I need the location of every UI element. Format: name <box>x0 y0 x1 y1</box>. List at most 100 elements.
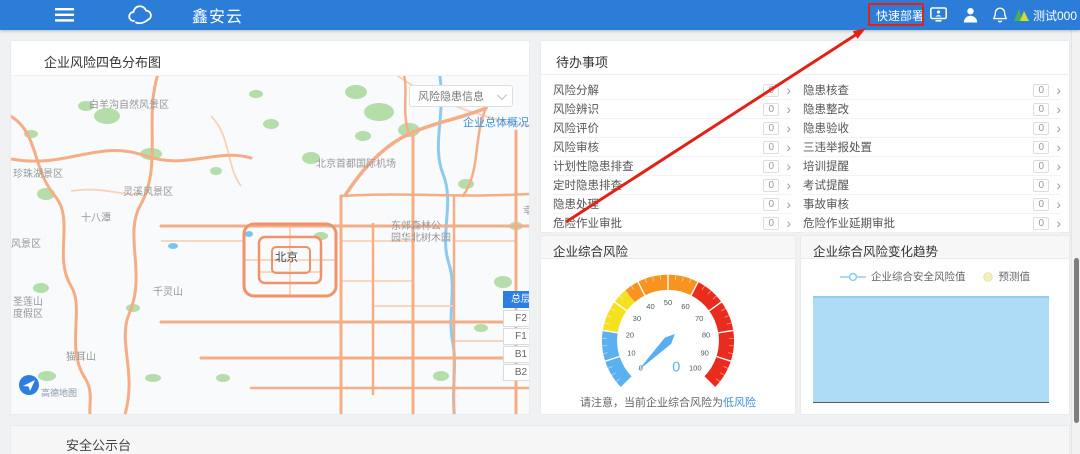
todo-item-count: 0 <box>763 84 779 97</box>
todo-item-count: 0 <box>1033 84 1049 97</box>
dashboard-page: 鑫安云 快速部署 <box>0 0 1080 454</box>
todo-item[interactable]: 隐患整改0 › <box>803 100 1061 119</box>
todo-item[interactable]: 风险审核0› <box>553 138 791 157</box>
chevron-down-icon <box>497 90 507 100</box>
map-attribution: 高德地图 <box>41 386 77 399</box>
todo-item-label: 隐患核查 <box>803 82 1033 98</box>
todo-item-count: 0 <box>763 217 779 230</box>
map-label: 度假区 <box>13 309 43 321</box>
hamburger-menu-button[interactable] <box>55 0 74 30</box>
scrollbar-thumb[interactable] <box>1074 258 1079 423</box>
todo-item-count: 0 <box>763 122 779 135</box>
bell-icon <box>993 7 1007 23</box>
svg-text:60: 60 <box>681 302 689 311</box>
chevron-right-icon[interactable]: › <box>786 121 791 135</box>
todo-item-label: 考试提醒 <box>803 177 1033 193</box>
floor-button-f2[interactable]: F2 <box>503 310 529 327</box>
svg-text:90: 90 <box>700 348 708 357</box>
notifications-button[interactable] <box>993 0 1007 30</box>
todo-item-count: 0 <box>1033 103 1049 116</box>
chevron-right-icon[interactable]: › <box>1056 83 1061 97</box>
todo-item[interactable]: 计划性隐患排查0 › <box>553 157 791 176</box>
chevron-right-icon[interactable]: › <box>786 197 791 211</box>
trend-chart-area[interactable] <box>813 296 1049 403</box>
chevron-right-icon[interactable]: › <box>1056 197 1061 211</box>
floor-button-f1[interactable]: F1 <box>503 328 529 345</box>
trend-panel-title: 企业综合风险变化趋势 <box>813 241 938 260</box>
chevron-right-icon[interactable]: › <box>1056 102 1061 116</box>
map-layer-dropdown-value: 风险隐患信息 <box>418 88 484 104</box>
floor-button-b1[interactable]: B1 <box>503 346 529 363</box>
map-canvas[interactable]: 白羊沟自然风景区 珍珠湖景区 灵溪风景区 十八潭 风景区 北京首都国际机场 幸福… <box>11 75 529 414</box>
todo-item[interactable]: 三违举报处置0 › <box>803 138 1061 157</box>
svg-text:70: 70 <box>695 314 703 323</box>
legend-item-series[interactable]: 企业综合安全风险值 <box>840 269 966 284</box>
todo-item-count: 0 <box>1033 198 1049 211</box>
risk-gauge-chart: 0102030405060708090100 0 <box>582 258 754 396</box>
risk-gauge-panel: 企业综合风险 0102030405060708090100 0 请注意，当前企业… <box>540 235 796 415</box>
chevron-right-icon[interactable]: › <box>1056 140 1061 154</box>
todo-item[interactable]: 隐患处理0 › <box>553 195 791 214</box>
amap-logo-icon <box>18 374 40 396</box>
todo-item-label: 隐患验收 <box>803 120 1033 136</box>
map-layer-dropdown[interactable]: 风险隐患信息 <box>409 85 513 107</box>
chevron-right-icon[interactable]: › <box>1056 121 1061 135</box>
todo-item-count: 0 <box>763 198 779 211</box>
person-icon <box>963 7 978 23</box>
brand-name[interactable]: 鑫安云 <box>192 0 243 30</box>
todo-item[interactable]: 危险作业延期审批0› <box>803 214 1061 233</box>
todo-item[interactable]: 隐患验收0 › <box>803 119 1061 138</box>
monitor-screen-button[interactable] <box>930 0 947 30</box>
map-label: 千灵山 <box>153 287 183 299</box>
chevron-right-icon[interactable]: › <box>1056 178 1061 192</box>
todo-item[interactable]: 定时隐患排查0› <box>553 176 791 195</box>
brand-logo[interactable] <box>126 0 156 30</box>
chevron-right-icon[interactable]: › <box>786 178 791 192</box>
user-profile-button[interactable] <box>963 0 978 30</box>
todo-item-count: 0 <box>1033 217 1049 230</box>
chevron-right-icon[interactable]: › <box>786 140 791 154</box>
todo-item-count: 0 <box>1033 122 1049 135</box>
floor-button-all[interactable]: 总层 <box>503 291 529 308</box>
chevron-right-icon[interactable]: › <box>786 159 791 173</box>
monitor-icon <box>930 7 947 23</box>
enterprise-overview-link[interactable]: 企业总体概况 <box>463 114 529 130</box>
page-scrollbar[interactable] <box>1071 30 1080 454</box>
todo-item[interactable]: 事故审核0› <box>803 195 1061 214</box>
todo-item[interactable]: 培训提醒0› <box>803 157 1061 176</box>
gauge-value: 0 <box>672 360 680 376</box>
svg-text:20: 20 <box>626 330 634 339</box>
todo-item[interactable]: 危险作业审批0 › <box>553 214 791 233</box>
chevron-right-icon[interactable]: › <box>1056 159 1061 173</box>
svg-text:40: 40 <box>646 302 654 311</box>
legend-item-forecast[interactable]: 预测值 <box>982 269 1031 284</box>
todo-item[interactable]: 风险辨识0› <box>553 100 791 119</box>
todo-item[interactable]: 风险评价0› <box>553 119 791 138</box>
todo-item[interactable]: 隐患核查0 › <box>803 81 1061 100</box>
username[interactable]: 测试000 <box>1033 0 1077 30</box>
todo-panel: 待办事项 风险分解0› 风险辨识0› 风险评价0› 风险审核0› 计划性隐患排查… <box>540 40 1070 233</box>
todo-item[interactable]: 风险分解0› <box>553 81 791 100</box>
annotation-highlight-box <box>868 3 924 26</box>
map-label: 白羊沟自然风景区 <box>89 100 169 112</box>
todo-item[interactable]: 考试提醒0› <box>803 176 1061 195</box>
todo-item-label: 计划性隐患排查 <box>553 158 763 174</box>
map-label: 幸福 <box>523 206 529 218</box>
todo-item-label: 隐患处理 <box>553 196 763 212</box>
chevron-right-icon[interactable]: › <box>786 83 791 97</box>
map-panel-title: 企业风险四色分布图 <box>44 52 161 71</box>
floor-button-b2[interactable]: B2 <box>503 364 529 381</box>
chevron-right-icon[interactable]: › <box>786 216 791 230</box>
todo-item-count: 0 <box>1033 141 1049 154</box>
chevron-right-icon[interactable]: › <box>1056 216 1061 230</box>
todo-item-count: 0 <box>763 141 779 154</box>
panel-header: 企业综合风险 <box>541 236 795 259</box>
map-label: 园华北树木园 <box>391 233 451 245</box>
hamburger-icon <box>55 8 74 22</box>
map-label: 灵溪风景区 <box>123 187 173 199</box>
todo-item-label: 危险作业审批 <box>553 215 763 231</box>
todo-item-count: 0 <box>763 160 779 173</box>
todo-item-label: 隐患整改 <box>803 101 1033 117</box>
todo-item-label: 三违举报处置 <box>803 139 1033 155</box>
chevron-right-icon[interactable]: › <box>786 102 791 116</box>
